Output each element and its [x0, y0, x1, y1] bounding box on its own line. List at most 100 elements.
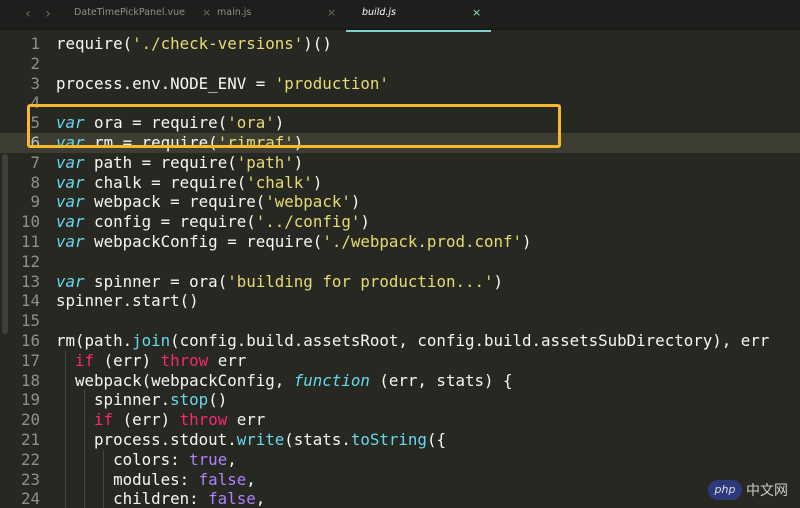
- code-token: if: [94, 410, 114, 430]
- code-line[interactable]: 15: [0, 311, 800, 331]
- code-token: ): [350, 192, 361, 212]
- code-line[interactable]: 2: [0, 54, 800, 74]
- code-line[interactable]: 22 colors: true,: [0, 450, 800, 470]
- code-token: require(: [56, 34, 133, 53]
- code-token: modules:: [56, 469, 199, 489]
- code-text: rm(path.join(config.build.assetsRoot, co…: [56, 331, 769, 351]
- close-icon[interactable]: ×: [327, 0, 336, 26]
- code-text: if (err) throw err: [56, 351, 246, 371]
- tab-build-js[interactable]: build.js ×: [362, 0, 492, 30]
- code-line[interactable]: 3 process.env.NODE_ENV = 'production': [0, 74, 800, 94]
- code-line[interactable]: 19 spinner.stop(): [0, 390, 800, 410]
- code-token: ): [493, 271, 504, 291]
- code-token: toString: [350, 430, 427, 449]
- code-line[interactable]: 1 require('./check-versions')(): [0, 34, 800, 54]
- code-token: ): [293, 152, 304, 172]
- code-line[interactable]: 18 webpack(webpackConfig, function (err,…: [0, 371, 800, 391]
- code-token: spinner.: [56, 390, 171, 410]
- code-token: children:: [56, 489, 209, 508]
- code-token: '../config': [255, 212, 361, 232]
- close-icon[interactable]: ×: [472, 0, 481, 26]
- code-line[interactable]: 9 var webpack = require('webpack'): [0, 192, 800, 212]
- code-token: path = require(: [84, 152, 237, 172]
- code-token: join: [132, 331, 171, 350]
- watermark: php 中文网: [708, 480, 788, 500]
- tab-datetimepickpanel[interactable]: DateTimePickPanel.vue ×: [74, 0, 224, 30]
- watermark-logo: php: [708, 480, 742, 500]
- active-tab-indicator: [346, 30, 491, 32]
- tab-main-js[interactable]: main.js ×: [217, 0, 347, 30]
- line-number: 2: [30, 53, 40, 73]
- code-text: children: false,: [56, 489, 265, 508]
- code-token: var: [56, 271, 85, 291]
- code-line[interactable]: 23 modules: false,: [0, 470, 800, 490]
- code-token: ,: [255, 489, 266, 508]
- line-number: 24: [20, 489, 40, 508]
- code-token: spinner.start(): [56, 291, 199, 311]
- code-line[interactable]: 14 spinner.start(): [0, 291, 800, 311]
- code-token: if: [75, 350, 95, 370]
- code-token: ({: [426, 430, 446, 449]
- line-number: 23: [20, 469, 40, 489]
- code-token: var: [56, 172, 85, 192]
- code-token: (err): [113, 410, 180, 430]
- tab-bar: ‹ › DateTimePickPanel.vue × main.js × bu…: [0, 0, 800, 32]
- code-token: false: [208, 489, 256, 508]
- code-token: config = require(: [84, 212, 256, 232]
- code-line[interactable]: 10 var config = require('../config'): [0, 212, 800, 232]
- back-arrow-icon[interactable]: ‹: [20, 3, 36, 25]
- code-token: 'chalk': [246, 172, 313, 192]
- code-token: 'path': [236, 152, 294, 172]
- code-token: (err): [94, 350, 161, 370]
- tab-label: build.js: [362, 7, 396, 18]
- forward-arrow-icon[interactable]: ›: [40, 3, 56, 25]
- indent-guide: [84, 390, 85, 508]
- code-token: stop: [170, 390, 209, 410]
- code-line[interactable]: 11 var webpackConfig = require('./webpack…: [0, 232, 800, 252]
- code-token: ): [522, 232, 532, 251]
- indent-guide: [65, 350, 66, 508]
- code-token: rm(path.: [56, 331, 133, 350]
- code-token: 'webpack': [265, 192, 351, 212]
- code-token: ,: [227, 449, 237, 469]
- line-number: 3: [30, 73, 40, 93]
- code-line[interactable]: 24 children: false,: [0, 489, 800, 508]
- code-text: if (err) throw err: [56, 410, 265, 430]
- code-text: var config = require('../config'): [56, 212, 370, 232]
- code-token: (err, stats) {: [369, 370, 513, 390]
- code-token: write: [236, 430, 285, 449]
- line-number: 22: [20, 449, 40, 469]
- code-token: webpack(webpackConfig,: [56, 370, 294, 390]
- code-token: (config.build.assetsRoot, config.build.a…: [170, 331, 770, 350]
- code-line[interactable]: 17 if (err) throw err: [0, 351, 800, 371]
- tab-label: DateTimePickPanel.vue: [74, 7, 185, 18]
- line-number: 20: [20, 410, 40, 430]
- code-line[interactable]: 8 var chalk = require('chalk'): [0, 173, 800, 193]
- code-token: var: [56, 212, 85, 232]
- code-line[interactable]: 13 var spinner = ora('building for produc…: [0, 272, 800, 292]
- code-line[interactable]: 21 process.stdout.write(stats.toString({: [0, 430, 800, 450]
- code-text: var path = require('path'): [56, 153, 303, 173]
- code-line[interactable]: 7 var path = require('path'): [0, 153, 800, 173]
- code-text: spinner.stop(): [56, 390, 227, 410]
- scrollbar[interactable]: [2, 154, 8, 334]
- code-token: err: [208, 350, 247, 370]
- code-editor[interactable]: 1 require('./check-versions')() 2 3 process.…: [0, 34, 800, 508]
- code-token: var: [56, 152, 85, 172]
- code-token: './webpack.prod.conf': [322, 232, 523, 251]
- code-line[interactable]: 16 rm(path.join(config.build.assetsRoot, …: [0, 331, 800, 351]
- code-line[interactable]: 12: [0, 252, 800, 272]
- code-line[interactable]: 20 if (err) throw err: [0, 410, 800, 430]
- line-number: 1: [30, 34, 40, 53]
- indent-guide: [103, 449, 104, 508]
- code-token: ): [312, 172, 323, 192]
- code-token: ,: [246, 469, 256, 489]
- line-number: 17: [20, 350, 40, 370]
- code-token: ): [360, 212, 370, 232]
- line-number: 19: [20, 390, 40, 410]
- close-icon[interactable]: ×: [202, 0, 211, 26]
- code-text: var chalk = require('chalk'): [56, 173, 322, 193]
- code-token: spinner = ora(: [84, 271, 228, 291]
- watermark-text: 中文网: [746, 483, 788, 499]
